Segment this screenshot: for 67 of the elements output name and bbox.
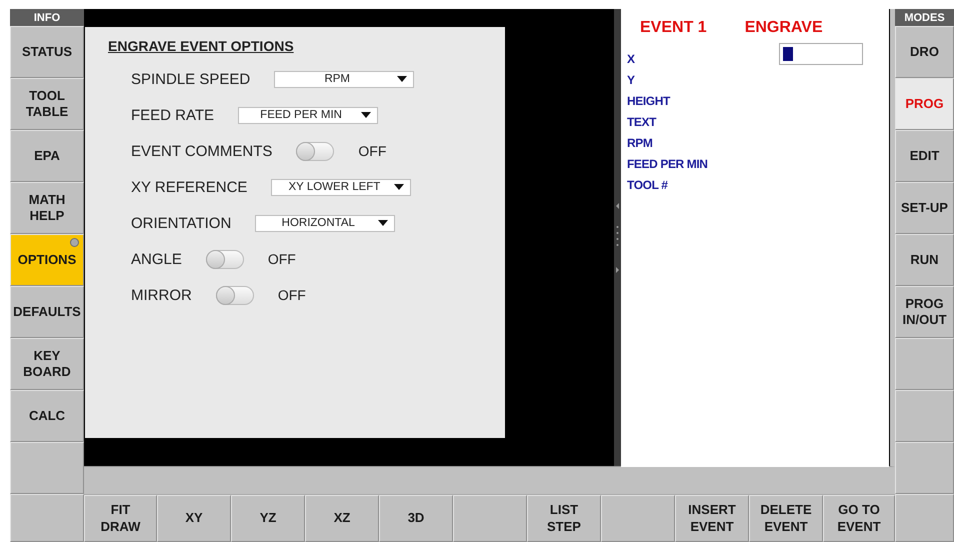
info-button[interactable]: EPA xyxy=(10,130,84,182)
mode-button[interactable]: DRO xyxy=(895,26,954,78)
blank-button[interactable] xyxy=(10,494,84,542)
view-button[interactable]: INSERT EVENT xyxy=(675,495,749,542)
view-button[interactable]: LIST STEP xyxy=(527,495,601,542)
mode-button[interactable]: PROG IN/OUT xyxy=(895,286,954,338)
input-field[interactable] xyxy=(779,43,863,65)
dropdown[interactable]: XY LOWER LEFT xyxy=(271,178,412,196)
info-button[interactable]: DEFAULTS xyxy=(10,286,84,338)
toggle-state: OFF xyxy=(358,143,386,159)
info-button[interactable]: KEY BOARD xyxy=(10,338,84,390)
info-button[interactable]: OPTIONS xyxy=(10,234,84,286)
event-number: EVENT 1 xyxy=(640,19,707,38)
info-button[interactable]: CALC xyxy=(10,390,84,442)
mode-button[interactable]: SET-UP xyxy=(895,182,954,234)
toggle-switch[interactable] xyxy=(296,142,334,160)
view-button[interactable]: GO TO EVENT xyxy=(823,495,895,542)
panel-title: ENGRAVE EVENT OPTIONS xyxy=(108,38,294,54)
view-button[interactable]: XY xyxy=(157,495,231,542)
option-label: ANGLE xyxy=(131,250,182,268)
dropdown[interactable]: FEED PER MIN xyxy=(238,106,378,124)
column-header: MODES xyxy=(895,9,954,26)
indicator-icon xyxy=(70,238,79,247)
splitter-handle[interactable] xyxy=(615,202,620,272)
info-button[interactable]: STATUS xyxy=(10,26,84,78)
dropdown[interactable]: HORIZONTAL xyxy=(255,214,396,232)
blank-button[interactable] xyxy=(895,338,954,390)
column-header: INFO xyxy=(10,9,84,26)
blank-button[interactable] xyxy=(601,495,675,542)
blank-button[interactable] xyxy=(895,442,954,494)
event-type: ENGRAVE xyxy=(744,19,823,38)
toggle-state: OFF xyxy=(278,287,306,303)
field-label: RPM xyxy=(627,135,652,152)
field-label: FEED PER MIN xyxy=(627,156,708,173)
field-label: TOOL # xyxy=(627,177,668,194)
field-label: X xyxy=(627,51,635,68)
blank-button[interactable] xyxy=(895,494,954,542)
dropdown[interactable]: RPM xyxy=(274,70,414,88)
option-label: XY REFERENCE xyxy=(131,178,248,196)
blank-button[interactable] xyxy=(895,390,954,442)
mode-button[interactable]: EDIT xyxy=(895,130,954,182)
caret-icon xyxy=(397,76,408,82)
info-button[interactable]: MATH HELP xyxy=(10,182,84,234)
caret-icon xyxy=(378,220,388,226)
toggle-state: OFF xyxy=(268,251,296,267)
info-button[interactable]: TOOL TABLE xyxy=(10,78,84,130)
mode-button[interactable]: PROG xyxy=(895,78,954,130)
view-button[interactable]: DELETE EVENT xyxy=(749,495,823,542)
field-label: TEXT xyxy=(627,114,656,131)
mode-button[interactable]: RUN xyxy=(895,234,954,286)
view-button[interactable]: 3D xyxy=(379,495,453,542)
option-label: SPINDLE SPEED xyxy=(131,70,250,88)
option-label: ORIENTATION xyxy=(131,214,232,232)
view-button[interactable]: XZ xyxy=(305,495,379,542)
field-label: Y xyxy=(627,72,635,89)
view-button[interactable]: YZ xyxy=(231,495,305,542)
caret-icon xyxy=(394,184,404,190)
view-button[interactable]: FIT DRAW xyxy=(84,495,157,542)
option-label: MIRROR xyxy=(131,286,192,304)
option-label: FEED RATE xyxy=(131,106,214,124)
field-label: HEIGHT xyxy=(627,93,670,110)
blank-button[interactable] xyxy=(453,495,527,542)
caret-icon xyxy=(361,112,372,118)
toggle-switch[interactable] xyxy=(216,286,254,304)
toggle-switch[interactable] xyxy=(206,250,244,268)
blank-button[interactable] xyxy=(10,442,84,494)
option-label: EVENT COMMENTS xyxy=(131,142,272,160)
